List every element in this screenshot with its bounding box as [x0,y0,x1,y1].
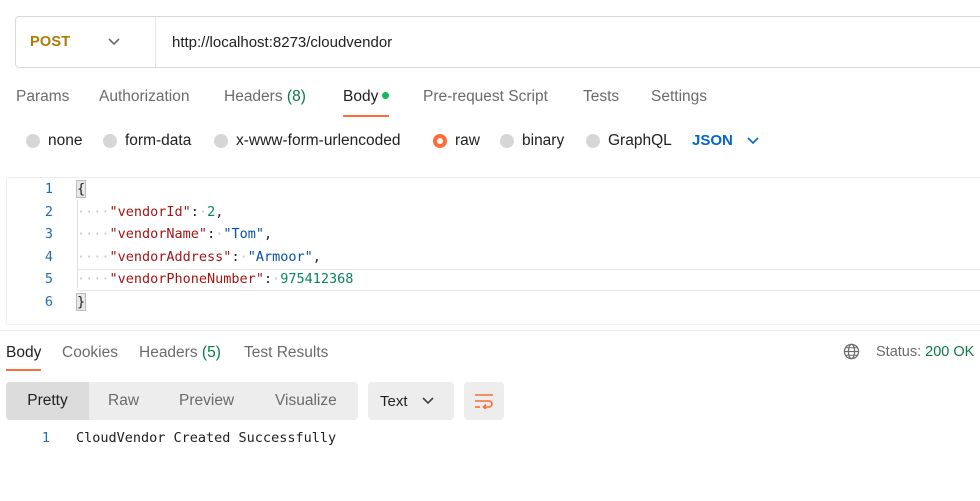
method-select[interactable]: POST [16,17,156,67]
response-format-select[interactable]: Text [368,382,454,420]
json-key: "vendorName" [109,226,208,242]
editor-line: 2 ····"vendorId":·2, [7,201,980,223]
radio-none[interactable]: none [26,132,82,150]
radio-binary[interactable]: binary [500,132,564,150]
view-preview[interactable]: Preview [179,382,234,420]
json-key: "vendorAddress" [109,249,232,265]
radio-raw[interactable]: raw [433,132,480,150]
radio-graphql[interactable]: GraphQL [586,132,672,150]
body-format-select[interactable]: JSON [692,132,759,149]
radio-x-www-form-urlencoded[interactable]: x-www-form-urlencoded [214,132,401,150]
open-brace: { [75,180,87,198]
line-number: 1 [41,430,50,446]
json-key: "vendorId" [109,204,191,220]
view-raw[interactable]: Raw [108,382,139,420]
json-value: "Tom" [223,226,264,242]
tab-body[interactable]: Body [343,82,390,117]
status-label: Status: [876,343,922,360]
line-number: 4 [44,249,53,265]
editor-line: 1 { [7,178,980,200]
request-url-bar: POST http://localhost:8273/cloudvendor [15,16,980,68]
view-visualize[interactable]: Visualize [275,382,337,420]
response-tab-body[interactable]: Body [6,344,42,371]
chevron-down-icon [421,397,434,405]
response-tab-cookies[interactable]: Cookies [62,344,118,362]
wrap-lines-button[interactable] [464,382,504,420]
line-number: 2 [44,204,53,220]
response-status: Status: 200 OK [843,343,974,360]
radio-form-data[interactable]: form-data [103,132,191,150]
line-number: 1 [44,181,53,197]
json-value: 2 [207,204,216,220]
response-tab-headers[interactable]: Headers (5) [139,344,221,362]
status-value[interactable]: 200 OK [925,344,974,360]
editor-line: 6 } [7,291,980,313]
tab-pre-request-script[interactable]: Pre-request Script [423,82,548,106]
editor-line: 5 ····"vendorPhoneNumber":·975412368 [7,268,980,290]
close-brace: } [75,293,87,311]
section-divider [0,330,980,331]
chevron-down-icon [108,38,120,46]
response-body-line: 1 CloudVendor Created Successfully [0,427,980,449]
line-number: 5 [44,271,53,287]
editor-line: 4 ····"vendorAddress":·"Armoor", [7,246,980,268]
wrap-lines-icon [475,394,493,409]
body-editor[interactable]: 1 { 2 ····"vendorId":·2, 3 ····"vendorNa… [6,177,980,325]
line-number: 3 [44,226,53,242]
url-input[interactable]: http://localhost:8273/cloudvendor [156,34,392,51]
chevron-down-icon [747,136,759,144]
json-key: "vendorPhoneNumber" [109,271,264,287]
json-value: "Armoor" [247,249,313,265]
view-pretty[interactable]: Pretty [6,382,89,420]
tab-tests[interactable]: Tests [583,82,619,106]
view-mode-segmented: Pretty Raw Preview Visualize [6,382,358,420]
response-text: CloudVendor Created Successfully [76,430,337,446]
globe-icon[interactable] [843,343,860,360]
tab-settings[interactable]: Settings [651,82,707,106]
json-value: 975412368 [280,271,354,287]
body-modified-dot [382,92,390,99]
editor-line: 3 ····"vendorName":·"Tom", [7,223,980,245]
response-tab-test-results[interactable]: Test Results [244,344,328,362]
tab-params[interactable]: Params [16,82,69,106]
method-label: POST [30,34,71,50]
tab-authorization[interactable]: Authorization [99,82,189,106]
body-type-radios: none form-data x-www-form-urlencoded raw… [0,132,980,154]
line-number: 6 [44,294,53,310]
tab-headers[interactable]: Headers (8) [224,82,306,106]
